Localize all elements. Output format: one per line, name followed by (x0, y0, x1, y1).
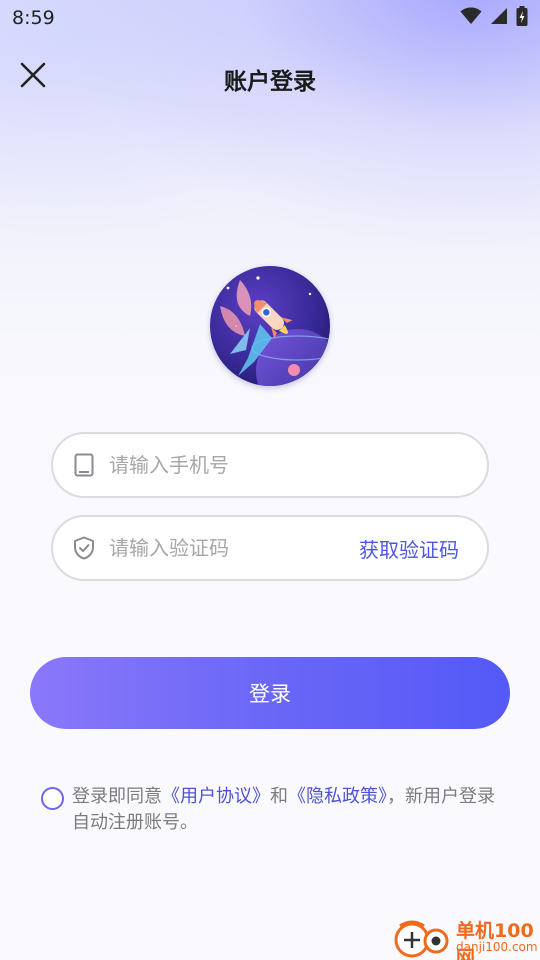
status-bar: 8:59 (0, 0, 540, 36)
agreement-checkbox[interactable] (41, 787, 64, 810)
cellular-signal-icon (490, 7, 508, 29)
watermark-logo-icon (390, 916, 454, 960)
phone-input[interactable] (109, 453, 487, 477)
user-agreement-link[interactable]: 《用户协议》 (162, 786, 270, 807)
watermark-url: danji100.com (456, 940, 538, 954)
agreement-text: 登录即同意《用户协议》和《隐私政策》，新用户登录自动注册账号。 (72, 784, 512, 836)
status-time: 8:59 (12, 7, 55, 29)
code-field[interactable]: 获取验证码 (51, 515, 489, 581)
wifi-icon (460, 7, 482, 29)
get-code-button[interactable]: 获取验证码 (359, 534, 459, 563)
status-icons (460, 6, 528, 30)
shield-icon (72, 536, 96, 560)
header: 账户登录 (0, 50, 540, 104)
phone-icon (72, 453, 96, 477)
app-logo (210, 266, 330, 386)
agreement-prefix: 登录即同意 (72, 786, 162, 807)
watermark: 单机100网 danji100.com (390, 914, 540, 960)
agreement-and: 和 (270, 786, 288, 807)
verification-code-input[interactable] (109, 536, 359, 560)
privacy-policy-link[interactable]: 《隐私政策》 (288, 786, 387, 807)
battery-charging-icon (516, 6, 528, 30)
login-button[interactable]: 登录 (30, 657, 510, 729)
phone-field[interactable] (51, 432, 489, 498)
page-title: 账户登录 (224, 69, 316, 95)
